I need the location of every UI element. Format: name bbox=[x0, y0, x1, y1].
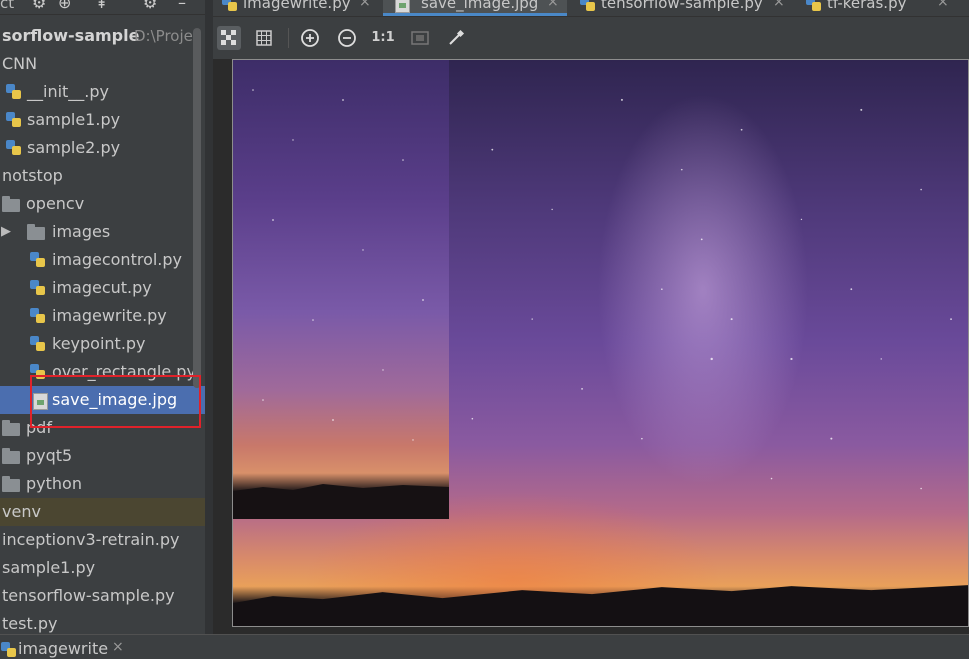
tab-label: save_image.jpg bbox=[421, 0, 539, 12]
tree-item-label: __init__.py bbox=[27, 82, 110, 101]
project-root-label: sorflow-sample bbox=[2, 26, 140, 45]
tree-item-cnn[interactable]: CNN bbox=[0, 50, 205, 78]
tree-item-label: images bbox=[52, 222, 111, 241]
tree-item-label: inceptionv3-retrain.py bbox=[2, 530, 180, 549]
cropped-image-overlay bbox=[233, 60, 449, 519]
annotation-highlight-box bbox=[30, 375, 201, 428]
run-tool-window-bar: imagewrite × bbox=[0, 634, 969, 659]
tree-item-label: python bbox=[26, 474, 82, 493]
tab-label: imagewrite.py bbox=[243, 0, 351, 12]
python-file-icon bbox=[6, 140, 22, 156]
folder-icon bbox=[2, 448, 20, 464]
settings-icon[interactable]: ⚙ bbox=[32, 0, 46, 12]
tree-item-label: opencv bbox=[26, 194, 85, 213]
tree-item-label: keypoint.py bbox=[52, 334, 146, 353]
tree-item-opencv[interactable]: opencv bbox=[0, 190, 205, 218]
tree-item-imagecut-py[interactable]: imagecut.py bbox=[0, 274, 205, 302]
grid-icon[interactable] bbox=[252, 26, 276, 50]
fit-zoom-icon[interactable] bbox=[408, 26, 432, 50]
close-icon[interactable]: × bbox=[937, 0, 949, 10]
hide-icon[interactable]: – bbox=[178, 0, 186, 12]
python-file-icon bbox=[222, 0, 238, 12]
chessboard-background-icon[interactable] bbox=[217, 26, 241, 50]
project-panel-toolbar: ct ⚙ ⊕ ⇞ ⚙ – bbox=[0, 0, 205, 15]
tree-item-label: venv bbox=[2, 502, 41, 521]
close-icon[interactable]: × bbox=[112, 639, 124, 655]
tree-item-imagewrite-py[interactable]: imagewrite.py bbox=[0, 302, 205, 330]
project-selector[interactable]: ct bbox=[0, 0, 14, 12]
tree-item-sample1-py-root[interactable]: sample1.py bbox=[0, 554, 205, 582]
python-file-icon bbox=[6, 84, 22, 100]
tree-item-tensorflow-sample-py[interactable]: tensorflow-sample.py bbox=[0, 582, 205, 610]
tree-item-test-py[interactable]: test.py bbox=[0, 610, 205, 634]
tree-item-label: CNN bbox=[2, 54, 38, 73]
tree-item-python[interactable]: python bbox=[0, 470, 205, 498]
scroll-to-source-icon[interactable]: ⇞ bbox=[95, 0, 108, 12]
python-file-icon bbox=[30, 280, 46, 296]
tree-item-label: tensorflow-sample.py bbox=[2, 586, 175, 605]
python-file-icon bbox=[30, 252, 46, 268]
tree-item-label: pyqt5 bbox=[26, 446, 73, 465]
tree-item-venv[interactable]: venv bbox=[0, 498, 205, 526]
tree-item-label: notstop bbox=[2, 166, 63, 185]
color-picker-icon[interactable] bbox=[444, 26, 468, 50]
project-root-path: D:\Projec bbox=[134, 27, 202, 45]
expand-arrow-icon[interactable]: ▶ bbox=[1, 218, 11, 246]
tree-item-label: test.py bbox=[2, 614, 58, 633]
folder-icon bbox=[2, 196, 20, 212]
close-icon[interactable]: × bbox=[773, 0, 785, 10]
editor-tab-bar: imagewrite.py × save_image.jpg × tensorf… bbox=[213, 0, 969, 17]
actual-size-button[interactable]: 1:1 bbox=[371, 26, 395, 50]
tree-item-sample1-py[interactable]: sample1.py bbox=[0, 106, 205, 134]
tab-label: tensorflow-sample.py bbox=[601, 0, 763, 12]
tree-item-notstop[interactable]: notstop bbox=[0, 162, 205, 190]
tab-save-image-jpg[interactable]: save_image.jpg × bbox=[383, 0, 567, 16]
close-icon[interactable]: × bbox=[547, 0, 559, 10]
project-panel: ct ⚙ ⊕ ⇞ ⚙ – sorflow-sample D:\Projec CN… bbox=[0, 0, 205, 634]
tree-item-pyqt5[interactable]: pyqt5 bbox=[0, 442, 205, 470]
tree-item-images[interactable]: ▶ images bbox=[0, 218, 205, 246]
tab-tensorflow-sample-py[interactable]: tensorflow-sample.py × bbox=[571, 0, 793, 16]
zoom-out-icon[interactable] bbox=[335, 26, 359, 50]
panel-splitter[interactable] bbox=[205, 0, 213, 634]
python-file-icon bbox=[1, 642, 17, 658]
tab-tf-keras-py[interactable]: tf-keras.py × bbox=[797, 0, 969, 16]
folder-icon bbox=[2, 476, 20, 492]
tree-item-sample2-py[interactable]: sample2.py bbox=[0, 134, 205, 162]
python-file-icon bbox=[806, 0, 822, 12]
python-file-icon bbox=[6, 112, 22, 128]
python-file-icon bbox=[580, 0, 596, 12]
tree-item-label: imagecut.py bbox=[52, 278, 152, 297]
gear-icon[interactable]: ⚙ bbox=[143, 0, 157, 12]
image-file-icon bbox=[395, 0, 410, 13]
run-tab-label[interactable]: imagewrite bbox=[18, 639, 108, 658]
tree-item-inceptionv3-retrain-py[interactable]: inceptionv3-retrain.py bbox=[0, 526, 205, 554]
close-icon[interactable]: × bbox=[359, 0, 371, 10]
tree-item-label: imagewrite.py bbox=[52, 306, 167, 325]
project-panel-scrollbar[interactable] bbox=[193, 28, 201, 388]
tab-imagewrite-py[interactable]: imagewrite.py × bbox=[213, 0, 379, 16]
project-root[interactable]: sorflow-sample D:\Projec bbox=[0, 22, 205, 50]
tree-item-label: imagecontrol.py bbox=[52, 250, 183, 269]
tree-item-keypoint-py[interactable]: keypoint.py bbox=[0, 330, 205, 358]
python-file-icon bbox=[30, 336, 46, 352]
folder-icon bbox=[27, 224, 45, 240]
folder-icon bbox=[2, 420, 20, 436]
collapse-all-icon[interactable]: ⊕ bbox=[58, 0, 71, 12]
python-file-icon bbox=[30, 308, 46, 324]
toolbar-separator bbox=[288, 28, 289, 48]
image-editor-toolbar: 1:1 bbox=[213, 17, 969, 59]
tree-item-imagecontrol-py[interactable]: imagecontrol.py bbox=[0, 246, 205, 274]
tree-item-init-py[interactable]: __init__.py bbox=[0, 78, 205, 106]
zoom-in-icon[interactable] bbox=[298, 26, 322, 50]
tree-item-label: sample2.py bbox=[27, 138, 121, 157]
tree-item-label: sample1.py bbox=[2, 558, 96, 577]
tree-item-label: sample1.py bbox=[27, 110, 121, 129]
tab-label: tf-keras.py bbox=[827, 0, 907, 12]
